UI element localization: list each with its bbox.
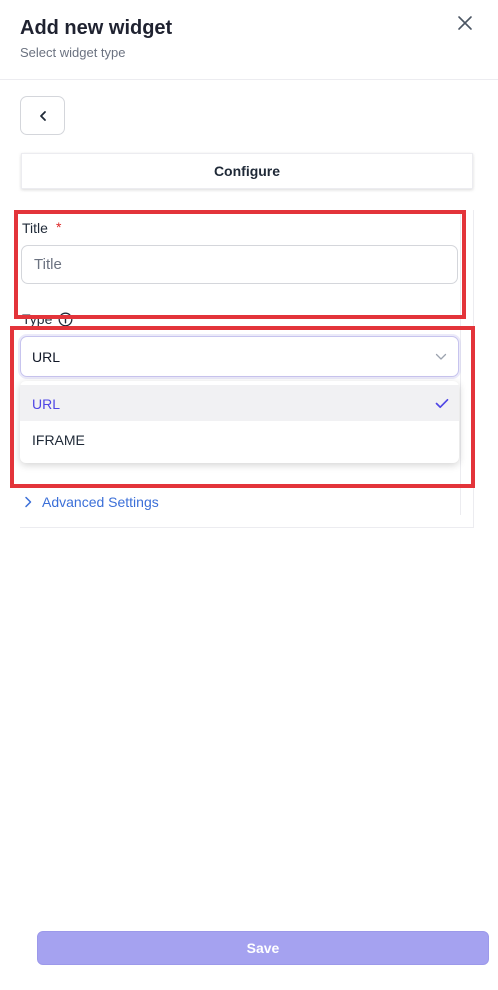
dialog-header: Add new widget Select widget type [0,0,498,80]
title-field-label: Title [22,220,48,236]
option-label: URL [32,396,61,412]
form-panel-divider [460,210,461,515]
option-label: IFRAME [32,432,85,448]
chevron-left-icon [40,111,46,121]
tab-configure[interactable]: Configure [21,153,473,189]
required-indicator: * [56,219,62,235]
check-icon [435,398,449,409]
back-button[interactable] [20,96,65,135]
close-icon [458,16,472,30]
dialog-subtitle: Select widget type [20,45,126,60]
type-option-iframe[interactable]: IFRAME [20,421,459,457]
chevron-right-icon [25,496,32,508]
type-select-value: URL [32,349,61,365]
dialog-title: Add new widget [20,17,173,39]
type-select[interactable]: URL [20,336,459,377]
save-button[interactable]: Save [37,931,489,965]
type-dropdown-menu: URL IFRAME [20,381,459,463]
close-button[interactable] [452,10,478,36]
title-input[interactable] [21,245,458,284]
advanced-settings-label: Advanced Settings [42,494,159,510]
type-option-url[interactable]: URL [20,385,459,421]
chevron-down-icon [435,353,447,360]
info-circle-icon[interactable] [58,312,73,327]
type-field-label: Type [22,311,53,327]
